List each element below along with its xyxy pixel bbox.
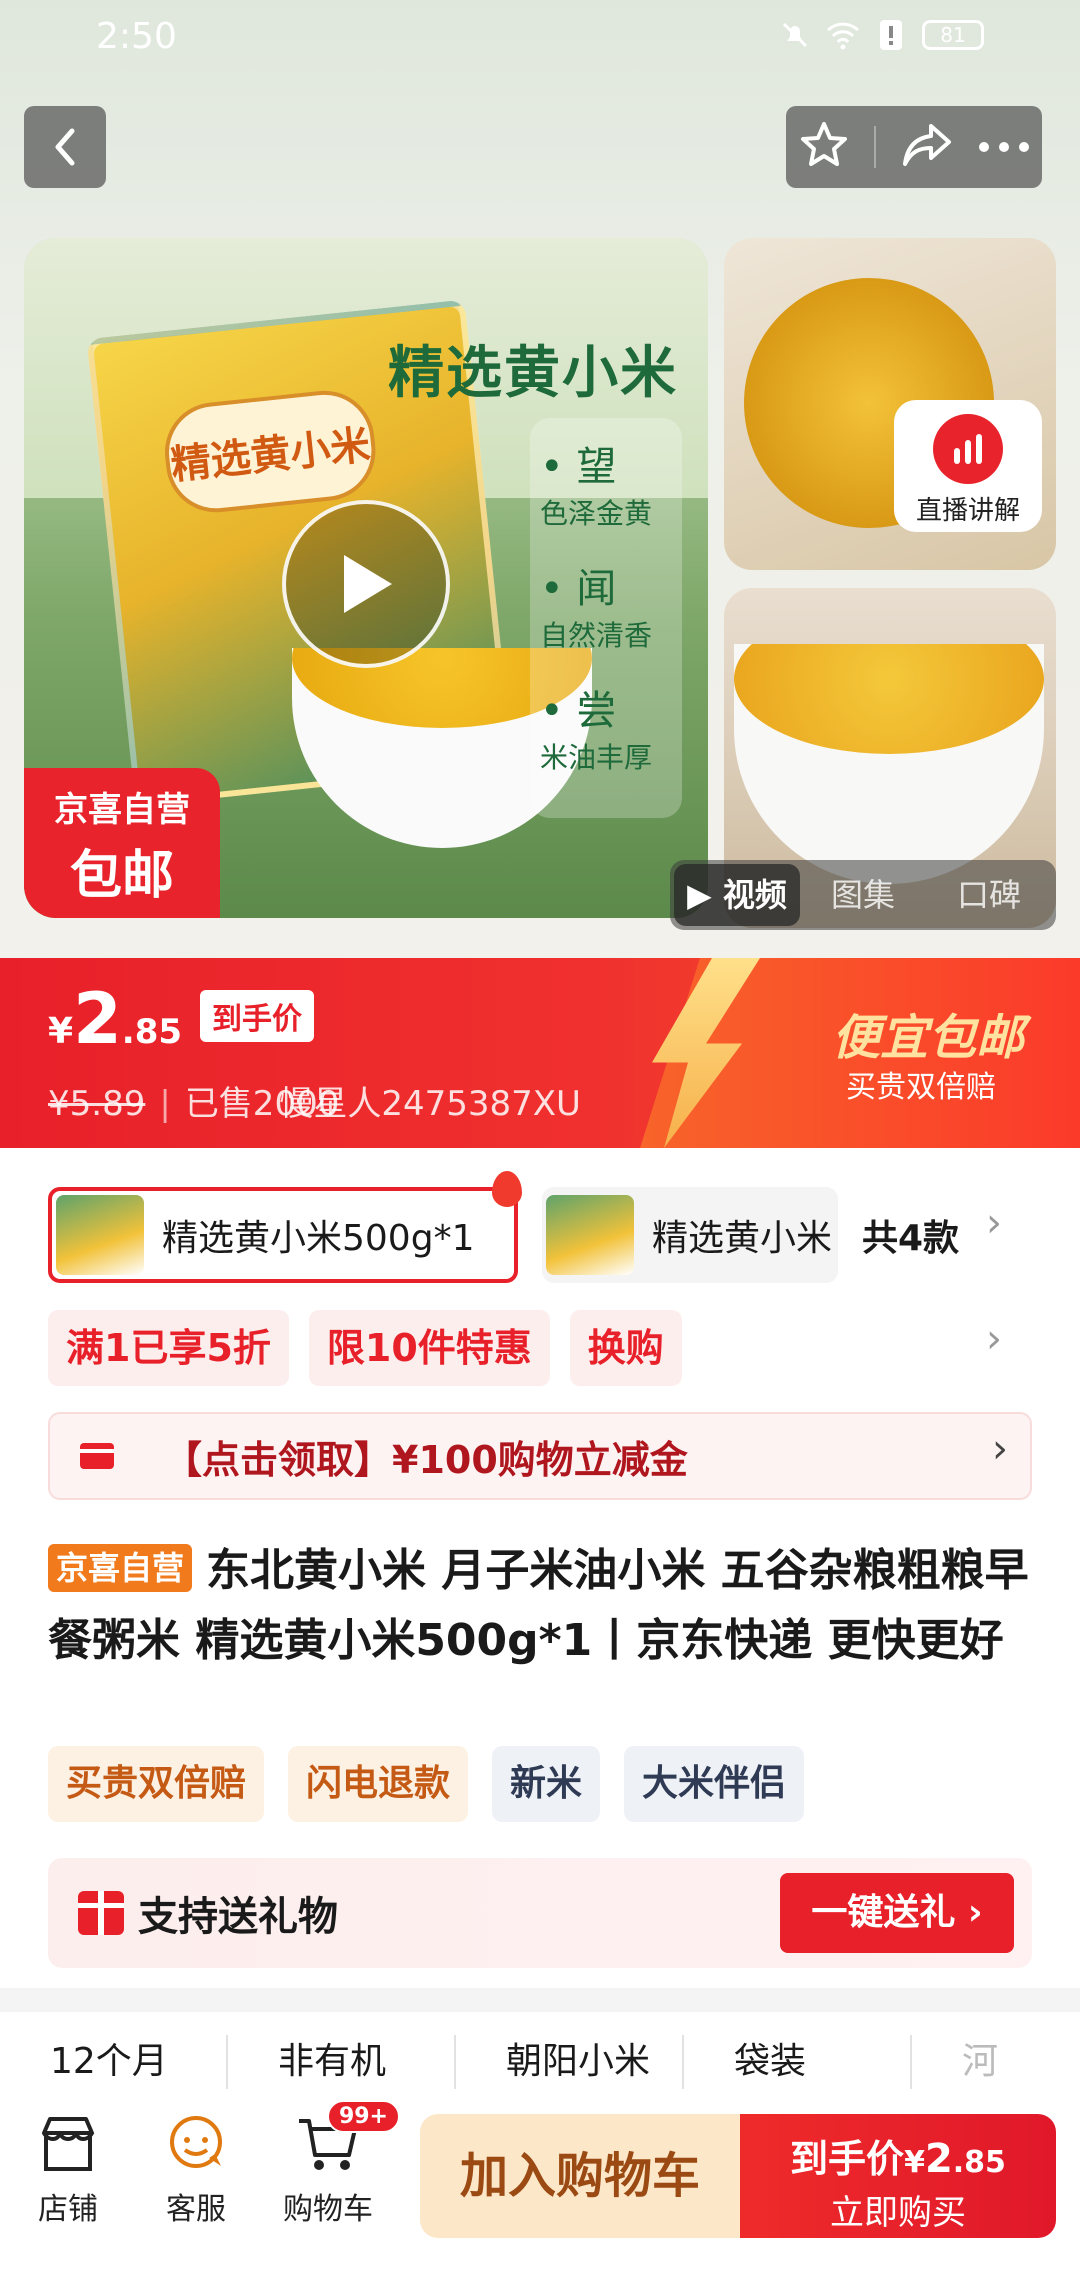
service-tags: 买贵双倍赔 闪电退款 新米 大米伴侣: [48, 1746, 805, 1822]
attribute-item: 非有机: [228, 2035, 456, 2089]
play-icon: [344, 555, 392, 613]
tab-gallery[interactable]: 图集: [800, 864, 926, 926]
status-icons: 81: [778, 18, 984, 52]
buy-price: 到手价¥2.85: [790, 2136, 1006, 2182]
service-tag[interactable]: 买贵双倍赔: [48, 1746, 265, 1822]
status-bar: 2:50 81: [0, 0, 1080, 74]
variant-option[interactable]: 精选黄小米: [542, 1187, 838, 1283]
divider: [873, 126, 876, 168]
top-actions: [786, 106, 1042, 188]
porridge-bowl: [734, 644, 1044, 884]
shop-button[interactable]: 店铺: [8, 2112, 128, 2228]
image-headline: 精选黄小米: [388, 341, 678, 406]
service-tag[interactable]: 大米伴侣: [624, 1746, 805, 1822]
buy-now-button[interactable]: 到手价¥2.85 立即购买: [740, 2114, 1056, 2238]
hot-icon: [492, 1171, 522, 1207]
price: ¥ 2 .85 到手价: [48, 984, 315, 1056]
attribute-item: 河: [962, 2041, 999, 2082]
promo-subtitle: 买贵双倍赔: [846, 1070, 996, 1105]
bottom-action-bar: 店铺 客服 99+ 购物车 加入购物车 到手价¥2.85 立即购买: [0, 2100, 1080, 2280]
alert-icon: [874, 18, 908, 52]
attribute-strip[interactable]: 12个月 非有机 朝阳小米 袋装 河: [0, 2012, 1080, 2112]
attribute-item: 朝阳小米: [456, 2035, 684, 2089]
star-icon: [800, 122, 847, 166]
cart-icon: 99+: [296, 2100, 400, 2176]
feature-item: • 望 色泽金黄: [540, 444, 653, 530]
service-tag[interactable]: 闪电退款: [288, 1746, 469, 1822]
tab-reviews[interactable]: 口碑: [926, 864, 1052, 926]
attribute-item: 袋装: [684, 2035, 912, 2089]
more-icon: [978, 141, 1029, 152]
variant-thumbnail: [546, 1195, 634, 1275]
gift-icon: [78, 1891, 124, 1935]
attribute-item: 12个月: [0, 2035, 228, 2089]
more-button[interactable]: [978, 138, 1030, 157]
chevron-right-icon[interactable]: ›: [986, 1200, 1002, 1246]
feature-panel: • 望 色泽金黄 • 闻 自然清香 • 尝 米油丰厚: [530, 418, 682, 818]
jingxi-badge: 京喜自营 包邮: [24, 768, 220, 918]
customer-service-button[interactable]: 客服: [136, 2112, 256, 2228]
favorite-button[interactable]: [799, 120, 849, 174]
coupon-bar[interactable]: 【点击领取】¥100购物立减金 ›: [48, 1412, 1032, 1500]
variant-thumbnail: [56, 1195, 144, 1275]
add-to-cart-button[interactable]: 加入购物车: [420, 2114, 740, 2238]
tab-video[interactable]: ▶ 视频: [674, 864, 800, 926]
deal-tag[interactable]: 限10件特惠: [308, 1310, 550, 1386]
chevron-left-icon: [55, 128, 75, 166]
gift-bar: 支持送礼物 一键送礼 ›: [48, 1858, 1032, 1968]
chevron-right-icon: ›: [992, 1426, 1008, 1472]
store-tag: 京喜自营: [48, 1544, 193, 1592]
feature-item: • 闻 自然清香: [540, 566, 653, 652]
image-gallery: 2:50 81 精选黄小米 精选黄小米 • 望 色泽金黄 • 闻 自然清香 • …: [0, 0, 1080, 958]
deal-tag[interactable]: 满1已享5折: [48, 1310, 289, 1386]
service-tag[interactable]: 新米: [492, 1746, 601, 1822]
deal-tag[interactable]: 换购: [569, 1310, 682, 1386]
feature-item: • 尝 米油丰厚: [540, 688, 653, 774]
status-time: 2:50: [96, 16, 177, 57]
share-button[interactable]: [901, 122, 953, 172]
send-gift-button[interactable]: 一键送礼 ›: [780, 1873, 1014, 1953]
share-icon: [902, 124, 951, 166]
main-product-image[interactable]: 精选黄小米 精选黄小米 • 望 色泽金黄 • 闻 自然清香 • 尝 米油丰厚 京…: [24, 238, 708, 918]
product-title: 京喜自营 东北黄小米 月子米油小米 五谷杂粮粗粮早餐粥米 精选黄小米500g*1丨…: [48, 1544, 1029, 1666]
service-icon: [164, 2112, 228, 2176]
card-icon: [80, 1443, 114, 1469]
battery-icon: 81: [922, 20, 984, 50]
wifi-icon: [826, 18, 860, 52]
variant-count[interactable]: 共4款: [862, 1209, 959, 1261]
deal-tags: 满1已享5折 限10件特惠 换购: [48, 1310, 682, 1386]
package-label: 精选黄小米: [160, 385, 381, 518]
variant-selector: 精选黄小米500g*1 精选黄小米 共4款: [48, 1171, 1048, 1284]
original-price-row: ¥5.89 | 已售2000慢星人2475387XU: [48, 1084, 581, 1124]
mute-icon: [778, 18, 812, 52]
chevron-right-icon[interactable]: ›: [986, 1316, 1002, 1362]
media-tabs: ▶ 视频 图集 口碑: [670, 860, 1056, 930]
product-details: 精选黄小米500g*1 精选黄小米 共4款 › 满1已享5折 限10件特惠 换购…: [0, 1148, 1080, 1988]
price-banner: ¥ 2 .85 到手价 ¥5.89 | 已售2000慢星人2475387XU 便宜包…: [0, 958, 1080, 1148]
shop-icon: [36, 2112, 100, 2176]
variant-option-selected[interactable]: 精选黄小米500g*1: [48, 1171, 522, 1283]
play-video-button[interactable]: [282, 500, 450, 668]
final-price-tag: 到手价: [200, 990, 315, 1042]
original-price: ¥5.89: [48, 1084, 146, 1124]
promo-title: 便宜包邮: [831, 1010, 1024, 1066]
live-explain-button[interactable]: 直播讲解: [894, 400, 1042, 532]
buyer-ticker: 慢星人2475387XU: [279, 1084, 581, 1124]
cart-button[interactable]: 99+ 购物车: [268, 2100, 400, 2228]
thumbnail-image[interactable]: 直播讲解: [724, 238, 1056, 570]
cart-badge: 99+: [326, 2100, 400, 2133]
live-icon: [933, 414, 1003, 484]
back-button[interactable]: [24, 106, 106, 188]
